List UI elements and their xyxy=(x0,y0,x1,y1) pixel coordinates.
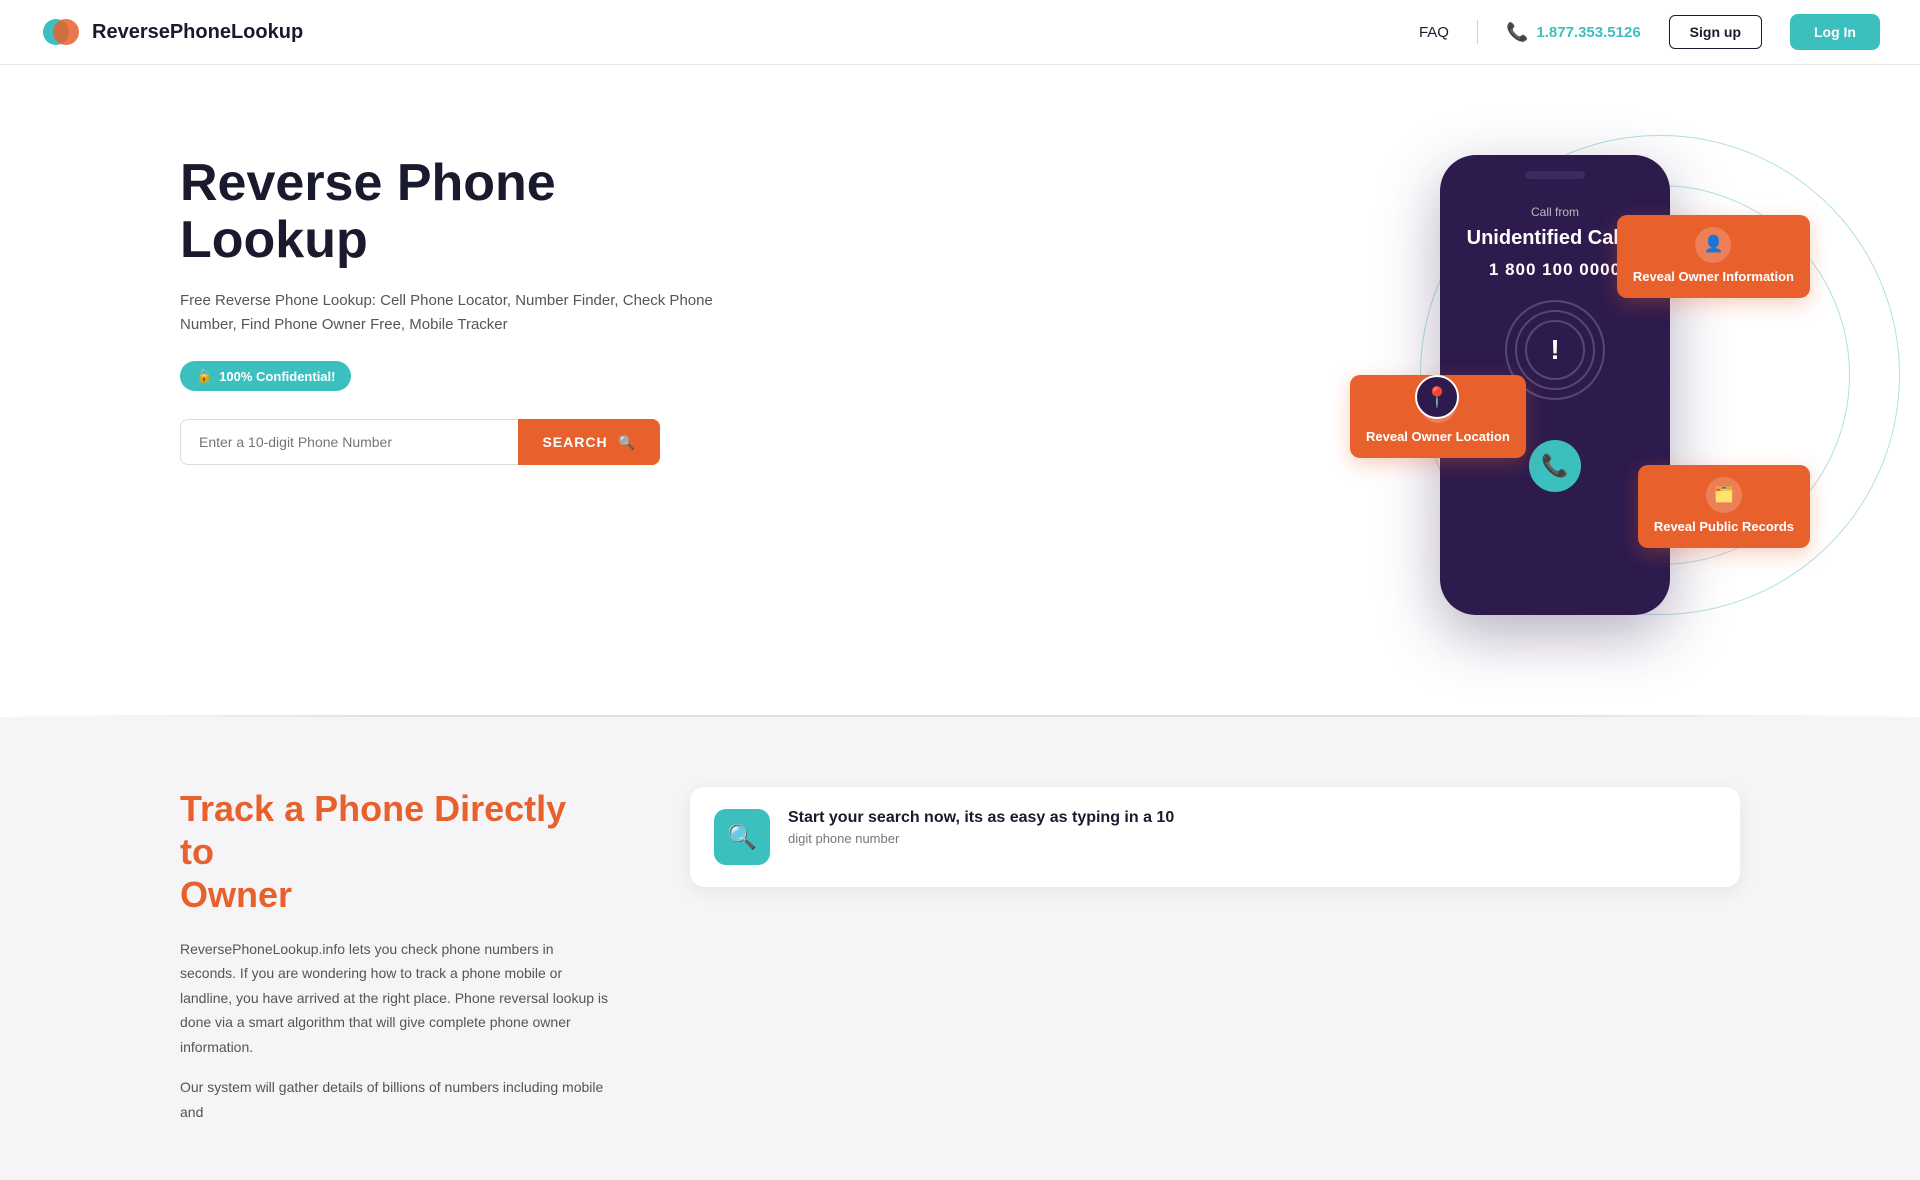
lower-title-main: Track a Phone Directly to xyxy=(180,788,566,872)
shield-icon: 🔒 xyxy=(196,368,212,384)
location-pin: 📍 xyxy=(1415,375,1459,419)
alert-icon: ! xyxy=(1525,320,1585,380)
search-button[interactable]: SEARCH 🔍 xyxy=(518,419,660,465)
lower-section: Track a Phone Directly to Owner ReverseP… xyxy=(0,717,1920,1180)
hero-section: Reverse Phone Lookup Free Reverse Phone … xyxy=(0,65,1920,715)
phone-icon: 📞 xyxy=(1506,22,1528,43)
reveal-public-records-label: Reveal Public Records xyxy=(1654,519,1794,534)
lower-left: Track a Phone Directly to Owner ReverseP… xyxy=(180,787,610,1140)
hero-subtitle: Free Reverse Phone Lookup: Cell Phone Lo… xyxy=(180,289,740,337)
exclaim-mark: ! xyxy=(1550,334,1559,366)
lower-body-2: Our system will gather details of billio… xyxy=(180,1075,610,1124)
call-from-label: Call from xyxy=(1531,205,1579,219)
confidential-badge: 🔒 100% Confidential! xyxy=(180,361,351,391)
lower-title: Track a Phone Directly to Owner xyxy=(180,787,610,917)
hero-left: Reverse Phone Lookup Free Reverse Phone … xyxy=(180,135,740,465)
info-card-text: Start your search now, its as easy as ty… xyxy=(788,809,1174,846)
info-card: 🔍 Start your search now, its as easy as … xyxy=(690,787,1740,887)
logo-icon xyxy=(40,11,82,53)
phone-notch xyxy=(1525,171,1585,179)
info-card-title: Start your search now, its as easy as ty… xyxy=(788,809,1174,827)
search-button-label: SEARCH xyxy=(542,434,607,450)
info-card-subtitle: digit phone number xyxy=(788,831,1174,846)
search-row: SEARCH 🔍 xyxy=(180,419,660,465)
phone-number[interactable]: 1.877.353.5126 xyxy=(1536,24,1640,41)
reveal-owner-info-label: Reveal Owner Information xyxy=(1633,269,1794,284)
phone-call-btn: 📞 xyxy=(1529,440,1581,492)
badge-text: 100% Confidential! xyxy=(219,369,335,384)
records-icon: 🗂️ xyxy=(1706,477,1742,513)
header-divider xyxy=(1477,20,1478,44)
phone-illustration: Call from Unidentified Caller 1 800 100 … xyxy=(1320,135,1820,655)
signup-button[interactable]: Sign up xyxy=(1669,15,1762,49)
logo[interactable]: ReversePhoneLookup xyxy=(40,11,303,53)
reveal-owner-info-card: 👤 Reveal Owner Information xyxy=(1617,215,1810,298)
hero-title: Reverse Phone Lookup xyxy=(180,155,740,269)
lower-right: 🔍 Start your search now, its as easy as … xyxy=(690,787,1740,887)
caller-number: 1 800 100 0000 xyxy=(1489,260,1621,280)
lower-body-1: ReversePhoneLookup.info lets you check p… xyxy=(180,937,610,1060)
login-button[interactable]: Log In xyxy=(1790,14,1880,50)
reveal-public-records-card: 🗂️ Reveal Public Records xyxy=(1638,465,1810,548)
search-input[interactable] xyxy=(180,419,518,465)
person-icon: 👤 xyxy=(1695,227,1731,263)
faq-link[interactable]: FAQ xyxy=(1419,24,1449,41)
reveal-owner-location-label: Reveal Owner Location xyxy=(1366,429,1510,444)
logo-text: ReversePhoneLookup xyxy=(92,21,303,44)
search-card-icon: 🔍 xyxy=(714,809,770,865)
lower-title-accent: Owner xyxy=(180,874,292,915)
phone-area: 📞 1.877.353.5126 xyxy=(1506,22,1641,43)
search-icon: 🔍 xyxy=(618,434,636,451)
